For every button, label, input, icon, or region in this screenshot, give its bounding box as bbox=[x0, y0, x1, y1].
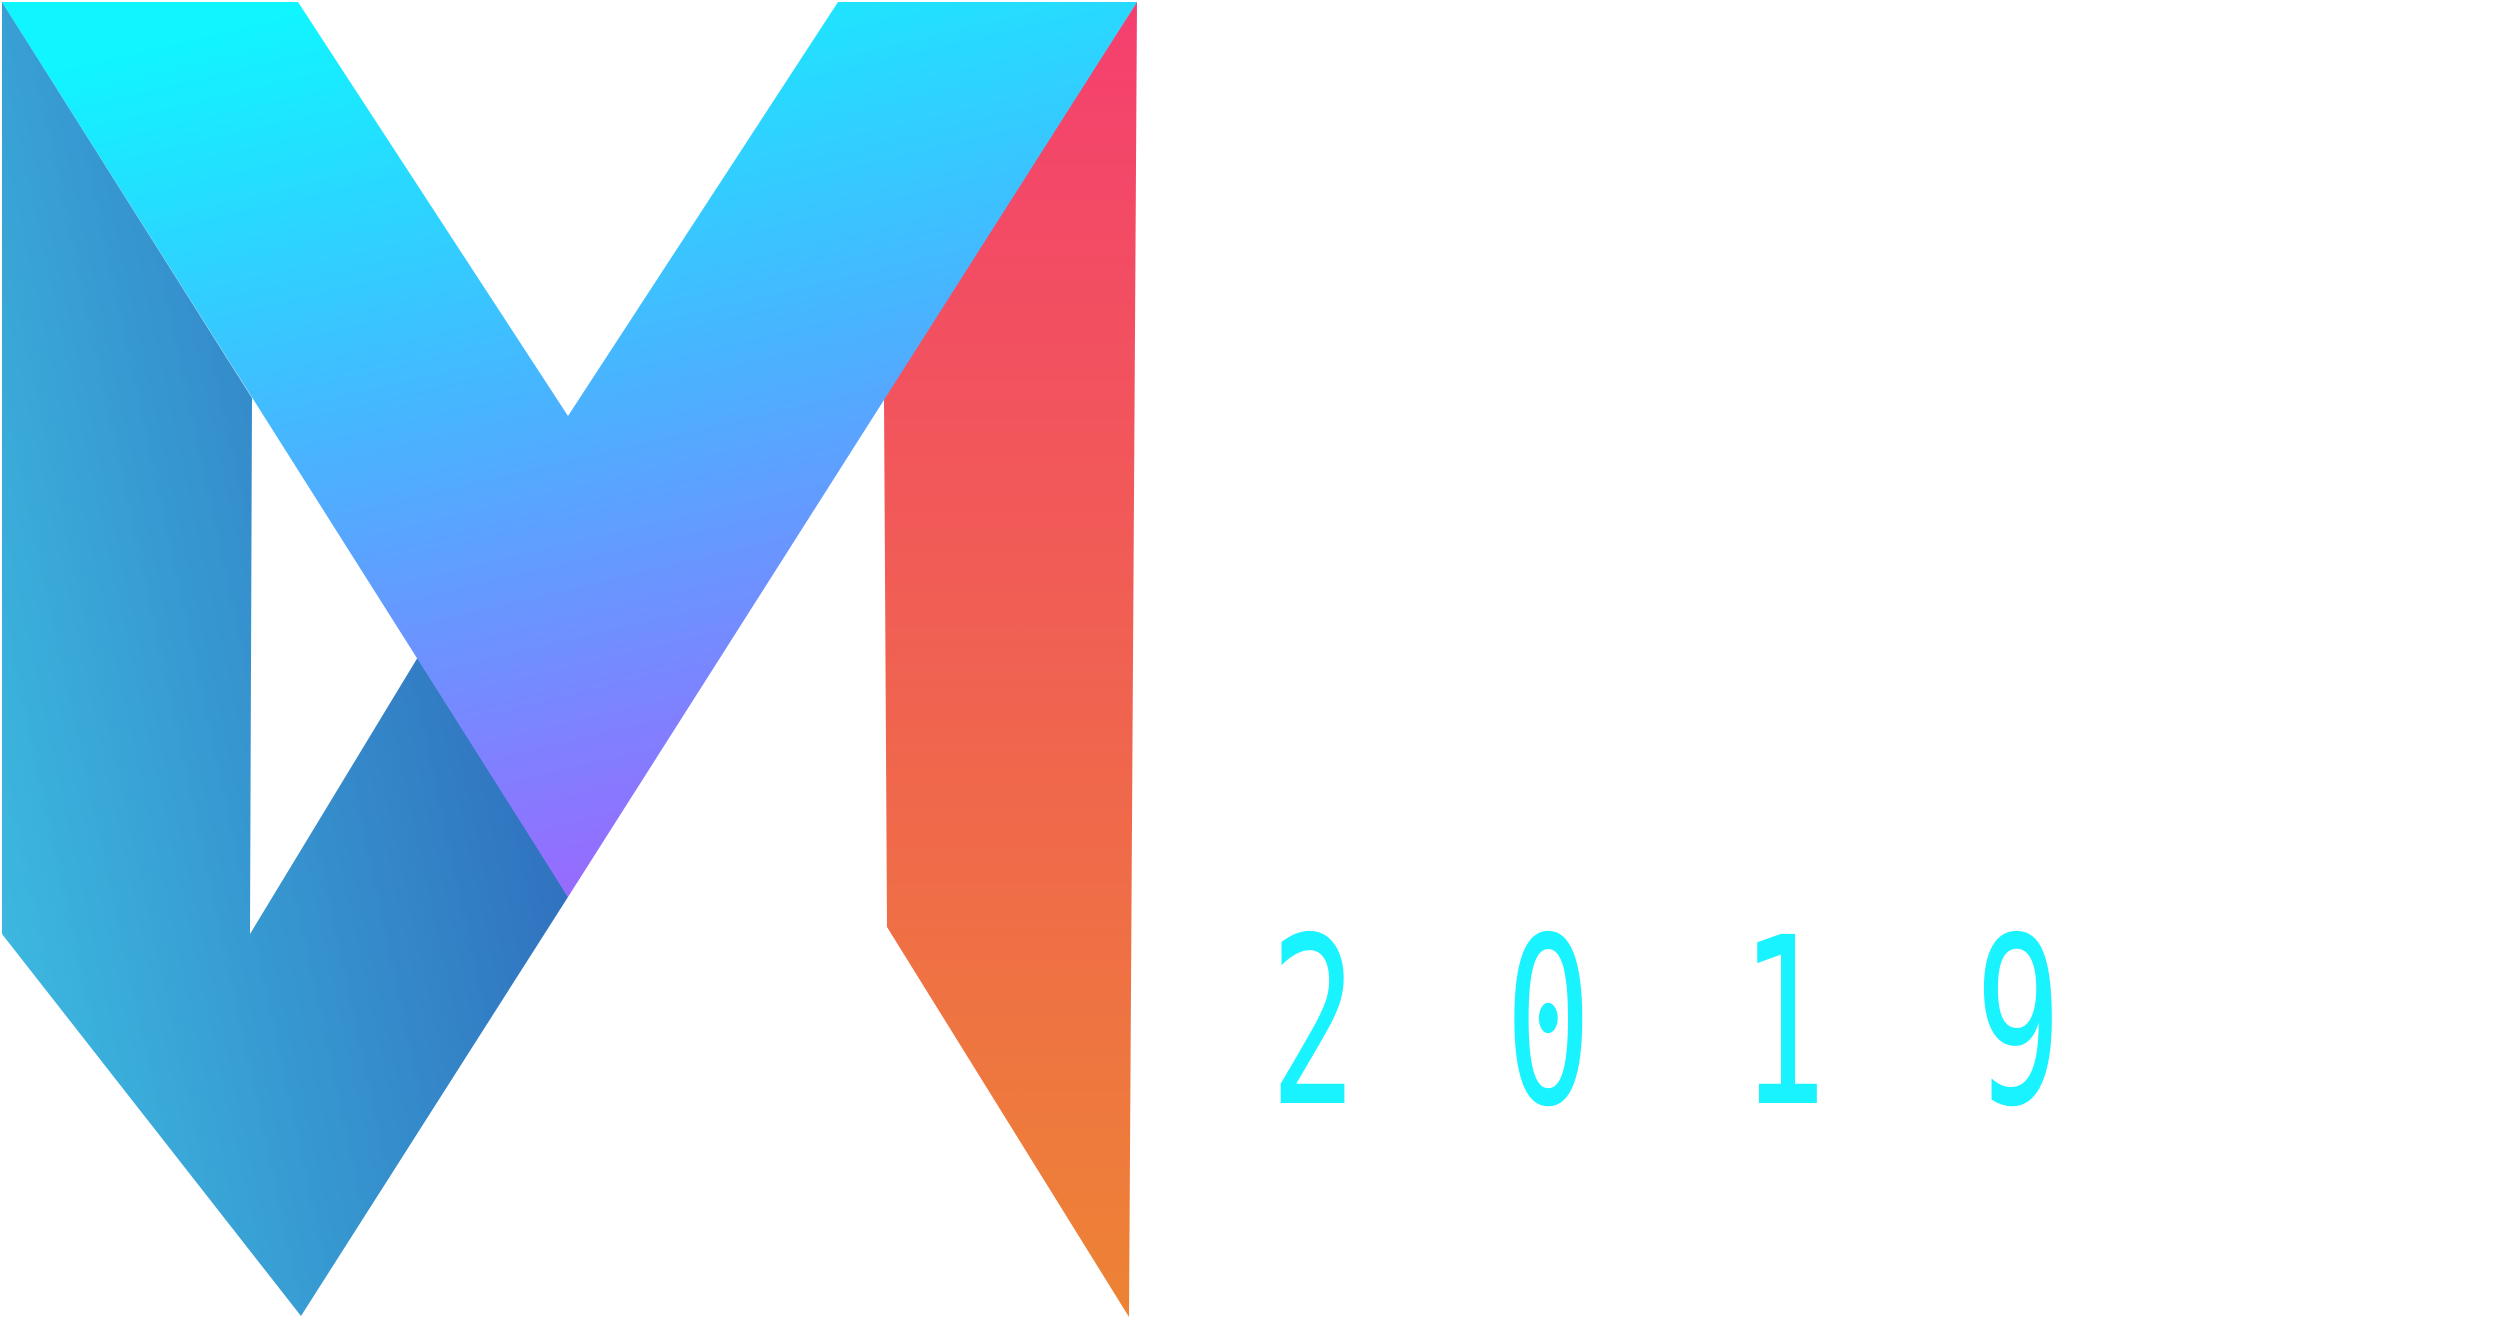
year-label: 2 0 1 9 bbox=[1270, 888, 2170, 1158]
year-digit: 9 bbox=[1975, 888, 2062, 1158]
year-digit: 1 bbox=[1740, 888, 1827, 1158]
year-digit: 0 bbox=[1505, 888, 1592, 1158]
year-digit: 2 bbox=[1270, 888, 1357, 1158]
m-logo-icon bbox=[2, 2, 1137, 1317]
